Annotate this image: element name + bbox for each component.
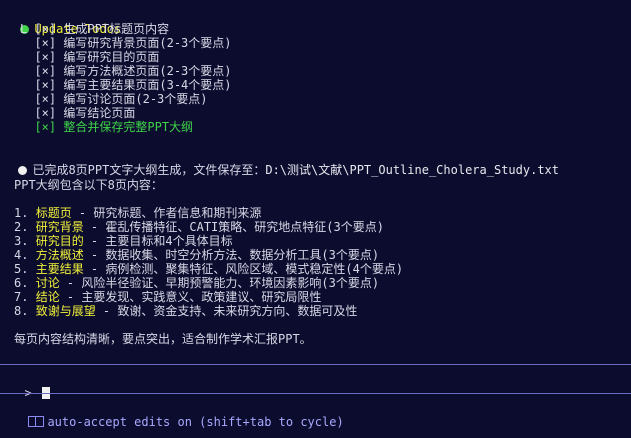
todo-item-latest: [×] 整合并保存完整PPT大纲: [20, 120, 193, 134]
outline-item: 7. 结论 - 主要发现、实践意义、政策建议、研究局限性: [14, 290, 321, 304]
item-desc: - 数据收集、时空分析方法、数据分析工具(3个要点): [83, 248, 380, 262]
checkbox-checked-icon: [×]: [34, 64, 57, 78]
checkbox-checked-icon: [×]: [34, 78, 57, 92]
item-number: 6.: [14, 276, 29, 290]
item-title: 方法概述: [35, 248, 84, 262]
item-desc: - 霍乱传播特征、CATI策略、研究地点特征(3个要点): [83, 220, 384, 234]
outline-item: 2. 研究背景 - 霍乱传播特征、CATI策略、研究地点特征(3个要点): [14, 220, 384, 234]
item-desc: - 主要目标和4个具体目标: [83, 234, 233, 248]
outline-item: 6. 讨论 - 风险半径验证、早期预警能力、环境因素影响(3个要点): [14, 276, 379, 290]
item-number: 5.: [14, 262, 29, 276]
item-number: 3.: [14, 234, 29, 248]
checkbox-checked-icon: [×]: [34, 106, 57, 120]
outline-item: 1. 标题页 - 研究标题、作者信息和期刊来源: [14, 206, 261, 220]
checkbox-checked-icon: [×]: [34, 92, 57, 106]
todo-item: [×] 编写研究背景页面(2-3个要点): [20, 36, 232, 50]
item-desc: - 风险半径验证、早期预警能力、环境因素影响(3个要点): [59, 276, 380, 290]
item-title: 结论: [35, 290, 60, 304]
todo-item: [×] 编写方法概述页面(2-3个要点): [20, 64, 232, 78]
item-desc: - 病例检测、聚集特征、风险区域、模式稳定性(4个要点): [83, 262, 404, 276]
item-number: 4.: [14, 248, 29, 262]
todo-text: 编写主要结果页面(3-4个要点): [63, 78, 232, 92]
todo-text: 编写研究目的页面: [63, 50, 160, 64]
item-title: 致谢与展望: [35, 304, 96, 318]
file-path: D:\测试\文献\PPT_Outline_Cholera_Study.txt: [265, 163, 559, 177]
item-title: 研究背景: [35, 220, 84, 234]
outline-intro: PPT大纲包含以下8页内容：: [14, 178, 163, 192]
todo-item: [×] 编写讨论页面(2-3个要点): [20, 92, 208, 106]
result-text: 已完成8页PPT文字大纲生成，文件保存至：: [32, 163, 266, 177]
todo-text: 整合并保存完整PPT大纲: [63, 120, 194, 134]
todo-text: 编写方法概述页面(2-3个要点): [63, 64, 232, 78]
todo-item: L [×] 生成PPT标题页内容: [20, 22, 169, 36]
outline-item: 3. 研究目的 - 主要目标和4个具体目标: [14, 234, 233, 248]
mode-indicator[interactable]: auto-accept edits on (shift+tab to cycle…: [14, 401, 344, 429]
accept-edits-icon: [28, 416, 45, 427]
item-number: 2.: [14, 220, 29, 234]
prompt-top-border: [0, 364, 631, 365]
item-number: 7.: [14, 290, 29, 304]
checkbox-checked-icon: [×]: [34, 36, 57, 50]
prompt-bottom-border: [0, 393, 631, 394]
todo-text: 编写讨论页面(2-3个要点): [63, 92, 208, 106]
todo-item: [×] 编写研究目的页面: [20, 50, 159, 64]
item-desc: - 研究标题、作者信息和期刊来源: [71, 206, 262, 220]
item-number: 8.: [14, 304, 29, 318]
todo-text: 生成PPT标题页内容: [63, 22, 170, 36]
outline-item: 4. 方法概述 - 数据收集、时空分析方法、数据分析工具(3个要点): [14, 248, 379, 262]
mode-hint: (shift+tab to cycle): [191, 415, 344, 429]
result-message: 已完成8页PPT文字大纲生成，文件保存至：D:\测试\文献\PPT_Outlin…: [4, 149, 559, 177]
checkbox-checked-icon: [×]: [34, 22, 57, 36]
todo-text: 编写结论页面: [63, 106, 136, 120]
outline-summary: 每页内容结构清晰，要点突出，适合制作学术汇报PPT。: [14, 332, 312, 346]
item-title: 讨论: [35, 276, 60, 290]
outline-item: 8. 致谢与展望 - 致谢、资金支持、未来研究方向、数据可及性: [14, 304, 357, 318]
prompt-input[interactable]: >: [10, 372, 50, 400]
todo-item: [×] 编写结论页面: [20, 106, 135, 120]
tree-branch: L: [20, 22, 28, 36]
todo-item: [×] 编写主要结果页面(3-4个要点): [20, 78, 232, 92]
checkbox-checked-icon: [×]: [34, 120, 57, 134]
item-title: 研究目的: [35, 234, 84, 248]
item-number: 1.: [14, 206, 29, 220]
bullet-dot-icon: [18, 166, 28, 175]
item-desc: - 致谢、资金支持、未来研究方向、数据可及性: [95, 304, 358, 318]
outline-item: 5. 主要结果 - 病例检测、聚集特征、风险区域、模式稳定性(4个要点): [14, 262, 403, 276]
item-desc: - 主要发现、实践意义、政策建议、研究局限性: [59, 290, 322, 304]
todo-text: 编写研究背景页面(2-3个要点): [63, 36, 232, 50]
item-title: 主要结果: [35, 262, 84, 276]
mode-text: auto-accept edits on: [47, 415, 192, 429]
todo-header: Update Todos: [6, 8, 121, 36]
checkbox-checked-icon: [×]: [34, 50, 57, 64]
item-title: 标题页: [35, 206, 72, 220]
